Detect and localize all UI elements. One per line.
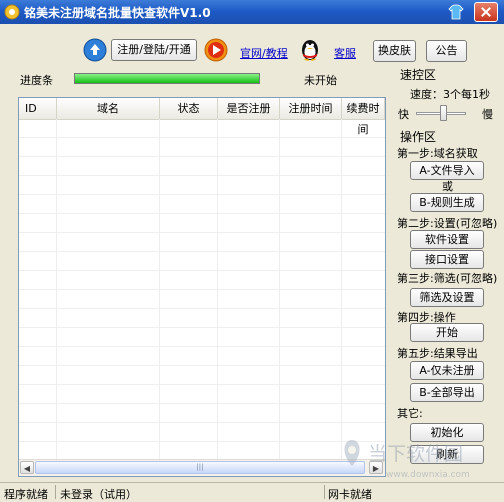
speed-slider-thumb[interactable] bbox=[440, 105, 447, 121]
app-icon bbox=[4, 4, 20, 20]
ops-section-title: 操作区 bbox=[400, 130, 437, 144]
list-header: ID 域名 状态 是否注册 注册时间 续费时间 bbox=[19, 98, 385, 136]
step1-label: 第一步:域名获取 bbox=[397, 147, 478, 160]
scrollbar-thumb[interactable]: ||| bbox=[35, 461, 365, 474]
slow-label: 慢 bbox=[482, 108, 493, 121]
column-header-domain[interactable]: 域名 bbox=[57, 98, 160, 119]
export-unregistered-button[interactable]: A-仅未注册 bbox=[410, 361, 484, 380]
play-icon[interactable] bbox=[204, 38, 228, 62]
status-bar: 程序就绪 未登录（试用） 网卡就绪 bbox=[0, 482, 504, 501]
speed-section-title: 速控区 bbox=[400, 68, 437, 82]
register-button[interactable]: 注册/登陆/开通 bbox=[111, 39, 197, 61]
progress-label: 进度条 bbox=[20, 74, 53, 87]
upload-arrow-icon[interactable] bbox=[83, 38, 107, 62]
step3-label: 第三步:筛选(可忽略) bbox=[397, 272, 498, 285]
list-gridlines bbox=[19, 119, 385, 461]
software-settings-button[interactable]: 软件设置 bbox=[410, 230, 484, 249]
window-title: 铭美未注册域名批量快查软件V1.0 bbox=[24, 6, 211, 20]
export-all-button[interactable]: B-全部导出 bbox=[410, 383, 484, 402]
progress-fill bbox=[75, 74, 259, 83]
horizontal-scrollbar[interactable]: ◀ ||| ▶ bbox=[19, 459, 385, 476]
scroll-left-arrow-icon[interactable]: ◀ bbox=[20, 461, 34, 474]
watermark-brand: 当下软件园 bbox=[368, 443, 463, 465]
status-divider bbox=[324, 485, 325, 499]
close-button[interactable] bbox=[474, 2, 498, 22]
status-divider bbox=[55, 485, 56, 499]
interface-settings-button[interactable]: 接口设置 bbox=[410, 250, 484, 269]
speed-text: 速度：3个每1秒 bbox=[410, 88, 490, 101]
skin-shirt-icon[interactable] bbox=[448, 4, 464, 20]
or-label: 或 bbox=[442, 180, 453, 193]
support-link[interactable]: 客服 bbox=[334, 45, 356, 61]
domain-list[interactable]: ID 域名 状态 是否注册 注册时间 续费时间 ◀ ||| ▶ bbox=[18, 97, 386, 477]
progress-status: 未开始 bbox=[304, 74, 337, 87]
change-skin-button[interactable]: 换皮肤 bbox=[373, 40, 416, 62]
start-button[interactable]: 开始 bbox=[410, 323, 484, 342]
title-bar[interactable]: 铭美未注册域名批量快查软件V1.0 bbox=[0, 0, 504, 24]
step5-label: 第五步:结果导出 bbox=[397, 347, 478, 360]
column-header-id[interactable]: ID bbox=[19, 98, 57, 119]
other-label: 其它: bbox=[397, 407, 423, 420]
notice-button[interactable]: 公告 bbox=[426, 40, 467, 62]
column-header-reg-time[interactable]: 注册时间 bbox=[280, 98, 342, 119]
watermark-url: www.downxia.com bbox=[386, 470, 470, 480]
progress-bar bbox=[74, 73, 260, 84]
downxia-watermark-logo: 当下软件园 www.downxia.com bbox=[344, 440, 470, 480]
fast-label: 快 bbox=[398, 108, 409, 121]
filter-settings-button[interactable]: 筛选及设置 bbox=[410, 288, 484, 307]
step2-label: 第二步:设置(可忽略) bbox=[397, 217, 498, 230]
qq-penguin-icon[interactable] bbox=[298, 37, 322, 61]
rule-generate-button[interactable]: B-规则生成 bbox=[410, 193, 484, 212]
website-link[interactable]: 官网/教程 bbox=[240, 45, 288, 61]
column-header-renew-time[interactable]: 续费时间 bbox=[342, 98, 385, 136]
column-header-status[interactable]: 状态 bbox=[160, 98, 218, 119]
column-header-registered[interactable]: 是否注册 bbox=[218, 98, 280, 119]
